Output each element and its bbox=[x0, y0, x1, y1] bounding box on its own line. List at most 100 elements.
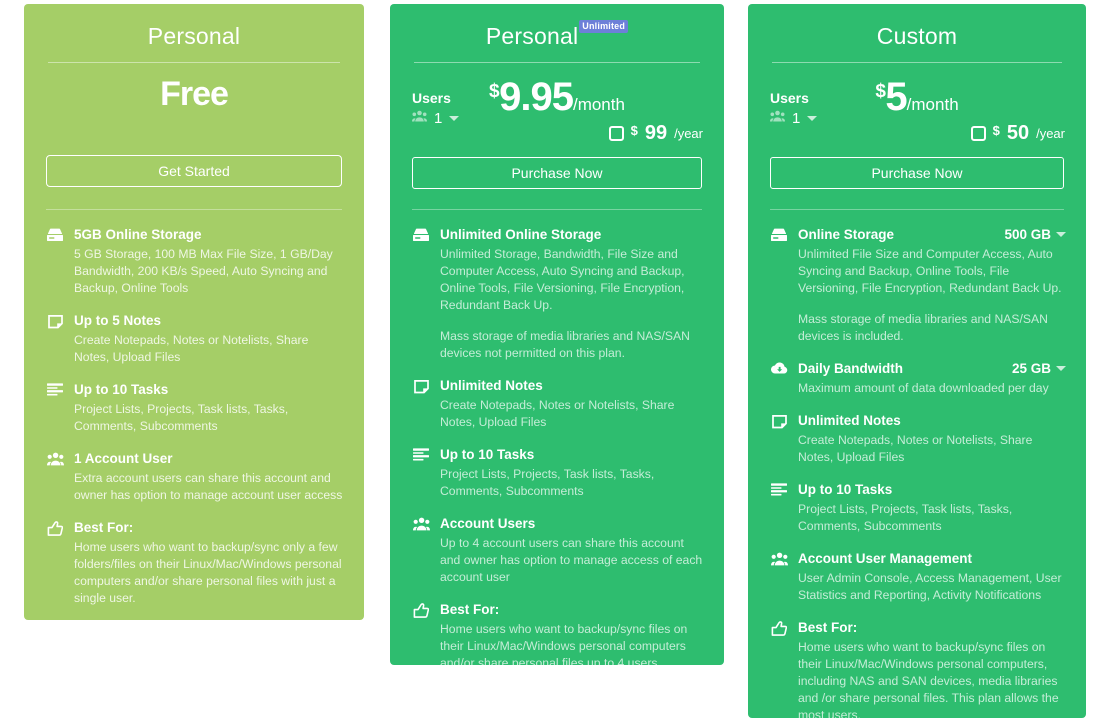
get-started-button[interactable]: Get Started bbox=[46, 155, 342, 187]
feature-description: Create Notepads, Notes or Notelists, Sha… bbox=[440, 398, 675, 429]
feature-title: Up to 5 Notes bbox=[74, 313, 162, 328]
storage-icon bbox=[410, 226, 432, 362]
cta-wrap: Purchase Now bbox=[390, 149, 724, 189]
feature-title: Best For: bbox=[440, 602, 500, 617]
feature-title: Up to 10 Tasks bbox=[798, 482, 893, 497]
users-label: Users bbox=[770, 90, 809, 106]
cta-wrap: Purchase Now bbox=[748, 149, 1086, 189]
feature-title: Account User Management bbox=[798, 551, 973, 566]
thumbs-up-icon bbox=[44, 519, 66, 607]
users-icon bbox=[410, 515, 432, 586]
feature-list-custom: Online Storage 500 GB Unlimited File Size … bbox=[748, 210, 1086, 718]
feature-title: Unlimited Notes bbox=[798, 413, 901, 428]
price-period: /month bbox=[572, 95, 625, 114]
users-icon bbox=[768, 550, 790, 604]
feature-head: 1 Account User bbox=[74, 450, 344, 468]
feature-head: Up to 10 Tasks bbox=[798, 481, 1066, 499]
card-header: Custom bbox=[748, 4, 1086, 63]
feature-body: Account User Management User Admin Consol… bbox=[798, 550, 1066, 604]
feature-body: Unlimited Notes Create Notepads, Notes or… bbox=[440, 377, 704, 431]
card-header: Personal bbox=[24, 4, 364, 63]
feature-head: Account Users bbox=[440, 515, 704, 533]
feature-title: 5GB Online Storage bbox=[74, 227, 202, 242]
feature-description: Unlimited File Size and Computer Access,… bbox=[798, 247, 1062, 295]
purchase-now-button[interactable]: Purchase Now bbox=[412, 157, 702, 189]
feature-description: Up to 4 account users can share this acc… bbox=[440, 536, 703, 584]
feature-description: Project Lists, Projects, Task lists, Tas… bbox=[440, 467, 655, 498]
feature-title: Unlimited Online Storage bbox=[440, 227, 602, 242]
feature-body: Online Storage 500 GB Unlimited File Size … bbox=[798, 226, 1066, 345]
plan-name: Custom bbox=[876, 23, 958, 49]
thumbs-up-icon bbox=[410, 601, 432, 665]
pricing-card-personal-unlimited: Personal Unlimited $9.95/month Users 1 $… bbox=[390, 4, 724, 665]
feature-title: Unlimited Notes bbox=[440, 378, 543, 393]
currency-symbol: $ bbox=[875, 81, 886, 102]
yearly-option[interactable]: $50 /year bbox=[970, 122, 1065, 145]
yearly-period: /year bbox=[1036, 126, 1065, 141]
feature-head: Best For: bbox=[798, 619, 1066, 637]
price-line: Free bbox=[44, 63, 344, 114]
yearly-amount: 50 bbox=[1006, 122, 1030, 144]
yearly-option[interactable]: $99 /year bbox=[608, 122, 703, 145]
note-icon bbox=[768, 412, 790, 466]
chevron-down-icon bbox=[449, 115, 460, 121]
users-group-icon bbox=[770, 109, 785, 127]
feature-value-dropdown[interactable]: 500 GB bbox=[1004, 227, 1066, 242]
yearly-checkbox[interactable] bbox=[608, 126, 624, 141]
feature-item: Online Storage 500 GB Unlimited File Size … bbox=[768, 226, 1066, 345]
feature-item: Unlimited Online Storage Unlimited Storag… bbox=[410, 226, 704, 362]
feature-body: Up to 10 Tasks Project Lists, Projects, T… bbox=[798, 481, 1066, 535]
feature-title: Account Users bbox=[440, 516, 536, 531]
users-dropdown[interactable]: 1 bbox=[412, 109, 460, 127]
feature-item: Best For: Home users who want to backup/s… bbox=[768, 619, 1066, 718]
storage-icon bbox=[44, 226, 66, 297]
feature-body: Account Users Up to 4 account users can s… bbox=[440, 515, 704, 586]
plan-title: Personal Unlimited bbox=[412, 20, 702, 52]
feature-item: Best For: Home users who want to backup/s… bbox=[410, 601, 704, 665]
feature-head: Account User Management bbox=[798, 550, 1066, 568]
price-amount: 5 bbox=[885, 75, 907, 119]
feature-description: User Admin Console, Access Management, U… bbox=[798, 571, 1062, 602]
feature-description: Create Notepads, Notes or Notelists, Sha… bbox=[74, 333, 309, 364]
unlimited-badge: Unlimited bbox=[579, 20, 629, 34]
pricing-card-custom: Custom $5/month Users 1 $50 /year Purcha… bbox=[748, 4, 1086, 718]
price-period: /month bbox=[906, 95, 959, 114]
feature-item: Up to 10 Tasks Project Lists, Projects, T… bbox=[768, 481, 1066, 535]
feature-description: Unlimited Storage, Bandwidth, File Size … bbox=[440, 247, 685, 312]
feature-head: Up to 10 Tasks bbox=[74, 381, 344, 399]
feature-head: Unlimited Notes bbox=[440, 377, 704, 395]
feature-title: Up to 10 Tasks bbox=[74, 382, 169, 397]
users-dropdown[interactable]: 1 bbox=[770, 109, 818, 127]
feature-title: Best For: bbox=[798, 620, 858, 635]
feature-description: Project Lists, Projects, Task lists, Tas… bbox=[798, 502, 1013, 533]
feature-body: 1 Account User Extra account users can sh… bbox=[74, 450, 344, 504]
currency-symbol: $ bbox=[489, 81, 500, 102]
feature-item: Up to 10 Tasks Project Lists, Projects, T… bbox=[44, 381, 344, 435]
yearly-checkbox[interactable] bbox=[970, 126, 986, 141]
purchase-now-button[interactable]: Purchase Now bbox=[770, 157, 1064, 189]
feature-head: Unlimited Online Storage bbox=[440, 226, 704, 244]
feature-list-free: 5GB Online Storage 5 GB Storage, 100 MB M… bbox=[24, 210, 364, 620]
feature-description: Project Lists, Projects, Task lists, Tas… bbox=[74, 402, 289, 433]
feature-item: 1 Account User Extra account users can sh… bbox=[44, 450, 344, 504]
plan-name: Personal bbox=[485, 23, 579, 49]
price-block: $5/month Users 1 $50 /year bbox=[748, 63, 1086, 149]
users-value: 1 bbox=[792, 109, 801, 127]
card-header: Personal Unlimited bbox=[390, 4, 724, 63]
feature-body: Up to 5 Notes Create Notepads, Notes or N… bbox=[74, 312, 344, 366]
plan-name: Personal bbox=[147, 23, 241, 49]
feature-note: Mass storage of media libraries and NAS/… bbox=[798, 312, 1048, 343]
feature-note: Mass storage of media libraries and NAS/… bbox=[440, 329, 690, 360]
feature-item: Up to 10 Tasks Project Lists, Projects, T… bbox=[410, 446, 704, 500]
feature-body: Up to 10 Tasks Project Lists, Projects, T… bbox=[74, 381, 344, 435]
cloud-download-icon bbox=[768, 360, 790, 397]
feature-description: Home users who want to backup/sync files… bbox=[440, 622, 688, 665]
feature-value-dropdown[interactable]: 25 GB bbox=[1012, 361, 1066, 376]
chevron-down-icon bbox=[1056, 366, 1066, 371]
tasks-icon bbox=[410, 446, 432, 500]
price-block: $9.95/month Users 1 $99 /year bbox=[390, 63, 724, 149]
feature-head: Up to 10 Tasks bbox=[440, 446, 704, 464]
feature-item: Unlimited Notes Create Notepads, Notes or… bbox=[410, 377, 704, 431]
feature-title: Best For: bbox=[74, 520, 134, 535]
yearly-amount: 99 bbox=[644, 122, 668, 144]
